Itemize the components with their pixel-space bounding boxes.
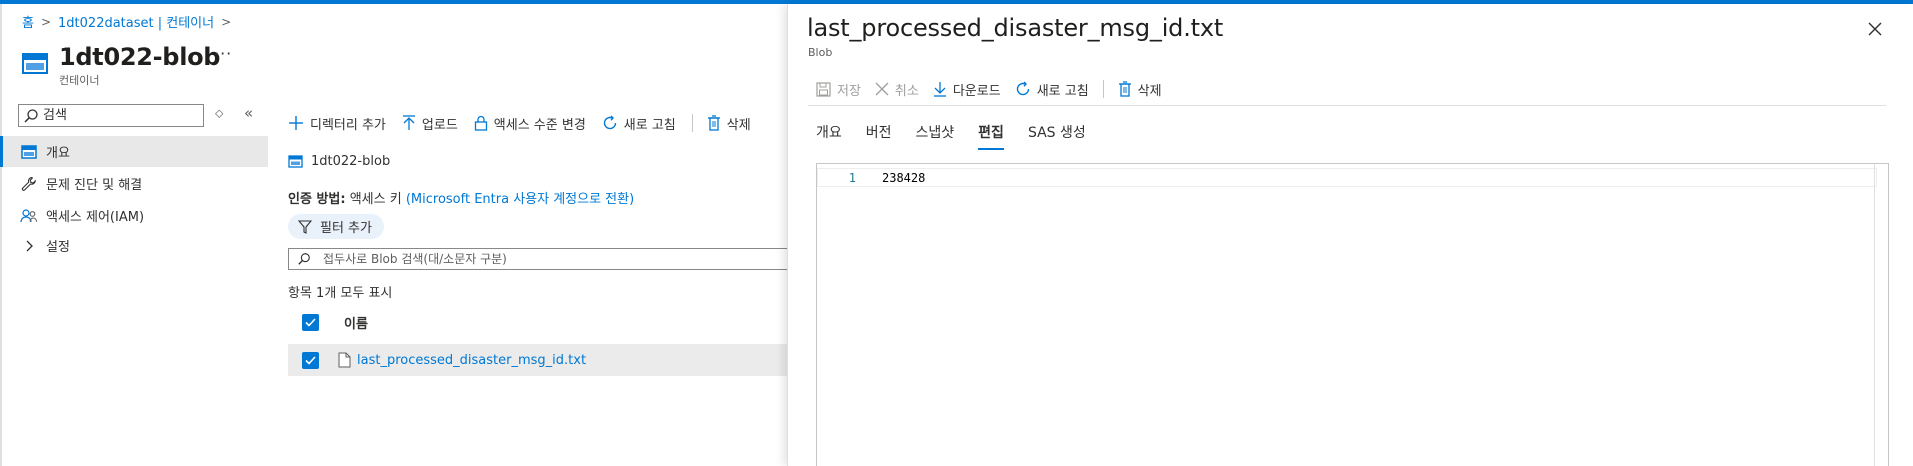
tab-generate-sas[interactable]: SAS 생성 xyxy=(1028,122,1086,150)
save-icon xyxy=(816,81,831,97)
sidebar-item-label: 개요 xyxy=(46,146,70,161)
nav-search-input[interactable] xyxy=(43,108,193,123)
sidebar-item-diagnose[interactable]: 문제 진단 및 해결 xyxy=(0,168,268,199)
people-icon xyxy=(20,207,38,225)
tab-versions[interactable]: 버전 xyxy=(866,122,892,150)
chevron-right-icon: > xyxy=(221,14,232,29)
search-icon xyxy=(298,253,310,265)
upload-button[interactable]: 업로드 xyxy=(402,114,458,133)
refresh-button[interactable]: 새로 고침 xyxy=(602,114,676,133)
search-icon xyxy=(24,108,38,123)
editor-scrollbar[interactable] xyxy=(1874,164,1888,466)
blade-toolbar: 저장 취소 다운로드 새로 고침 삭제 xyxy=(816,78,1176,100)
blob-search-box[interactable] xyxy=(288,248,788,270)
page-subtitle: 컨테이너 xyxy=(59,74,100,87)
table-row[interactable]: last_processed_disaster_msg_id.txt xyxy=(288,344,788,376)
tab-edit[interactable]: 편집 xyxy=(978,122,1004,150)
file-icon xyxy=(338,352,351,368)
blade-refresh-button[interactable]: 새로 고침 xyxy=(1015,80,1089,99)
blob-search-input[interactable] xyxy=(323,252,743,266)
column-header-name[interactable]: 이름 xyxy=(344,313,368,332)
main-toolbar: 디렉터리 추가 업로드 액세스 수준 변경 새로 고침 삭제 xyxy=(288,112,767,134)
cancel-button[interactable]: 취소 xyxy=(875,80,919,99)
auth-method-row: 인증 방법: 액세스 키 (Microsoft Entra 사용자 계정으로 전… xyxy=(288,188,634,207)
blob-detail-blade: last_processed_disaster_msg_id.txt Blob … xyxy=(787,4,1913,466)
add-directory-button[interactable]: 디렉터리 추가 xyxy=(288,114,386,133)
wrench-icon xyxy=(20,175,38,193)
path-label: 1dt022-blob xyxy=(311,154,391,169)
editor-line[interactable]: 1 238428 xyxy=(817,168,1877,187)
current-path: 1dt022-blob xyxy=(288,154,390,169)
lock-icon xyxy=(474,115,487,131)
line-number: 1 xyxy=(848,170,856,185)
chevron-right-icon: > xyxy=(40,14,52,29)
page-title: 1dt022-blob xyxy=(59,43,221,71)
collapse-nav-icon[interactable]: « xyxy=(244,104,253,122)
container-icon xyxy=(20,143,38,161)
delete-button[interactable]: 삭제 xyxy=(707,114,751,133)
sidebar-item-iam[interactable]: 액세스 제어(IAM) xyxy=(0,200,268,231)
toolbar-divider xyxy=(691,114,693,132)
trash-icon xyxy=(1118,81,1131,97)
download-icon xyxy=(933,82,946,97)
toolbar-divider xyxy=(1102,80,1104,98)
add-filter-button[interactable]: 필터 추가 xyxy=(288,214,384,239)
chevron-right-icon xyxy=(20,237,38,255)
select-all-checkbox[interactable] xyxy=(302,313,319,331)
checkmark-icon xyxy=(305,355,316,365)
cancel-icon xyxy=(875,82,889,96)
refresh-icon xyxy=(1016,81,1029,96)
row-checkbox[interactable] xyxy=(302,351,319,369)
sort-icon[interactable]: ⬦ xyxy=(215,106,223,121)
container-icon xyxy=(288,155,303,168)
checkmark-icon xyxy=(305,317,316,327)
blade-tabs: 개요 버전 스냅샷 편집 SAS 생성 xyxy=(816,122,1110,150)
sidebar-item-label: 설정 xyxy=(46,240,70,255)
table-header: 이름 xyxy=(288,307,788,337)
blob-name-link[interactable]: last_processed_disaster_msg_id.txt xyxy=(357,353,586,368)
breadcrumb-storage-account[interactable]: 1dt022dataset | 컨테이너 xyxy=(58,12,214,31)
tab-snapshots[interactable]: 스냅샷 xyxy=(916,122,955,150)
nav-search-box[interactable] xyxy=(18,104,204,127)
blade-subtitle: Blob xyxy=(808,46,833,59)
save-button[interactable]: 저장 xyxy=(816,80,861,99)
sidebar-item-settings[interactable]: 설정 xyxy=(0,230,268,261)
auth-method-label: 인증 방법: xyxy=(288,192,346,207)
change-access-level-button[interactable]: 액세스 수준 변경 xyxy=(474,114,586,133)
close-icon[interactable] xyxy=(1865,19,1885,39)
toolbar-divider-line xyxy=(808,105,1886,106)
container-icon xyxy=(22,53,48,74)
item-count: 항목 1개 모두 표시 xyxy=(288,286,393,301)
line-content[interactable]: 238428 xyxy=(882,171,925,185)
switch-auth-link[interactable]: (Microsoft Entra 사용자 계정으로 전환) xyxy=(406,192,634,207)
sidebar-item-label: 문제 진단 및 해결 xyxy=(46,178,143,193)
sidebar-item-overview[interactable]: 개요 xyxy=(0,136,268,167)
sidebar-item-label: 액세스 제어(IAM) xyxy=(46,210,145,225)
auth-method-value: 액세스 키 xyxy=(349,192,402,207)
plus-icon xyxy=(289,116,303,130)
trash-icon xyxy=(707,115,720,131)
filter-icon xyxy=(298,219,312,234)
breadcrumb-home[interactable]: 홈 xyxy=(22,12,34,31)
code-editor[interactable]: 1 238428 xyxy=(816,163,1889,466)
download-button[interactable]: 다운로드 xyxy=(933,80,1001,99)
upload-icon xyxy=(402,115,415,130)
blade-title: last_processed_disaster_msg_id.txt xyxy=(807,14,1224,42)
refresh-icon xyxy=(603,115,616,130)
more-options-button[interactable]: ··· xyxy=(214,44,232,63)
breadcrumb: 홈 > 1dt022dataset | 컨테이너 > xyxy=(22,12,238,32)
blade-delete-button[interactable]: 삭제 xyxy=(1118,80,1162,99)
tab-overview[interactable]: 개요 xyxy=(816,122,842,150)
